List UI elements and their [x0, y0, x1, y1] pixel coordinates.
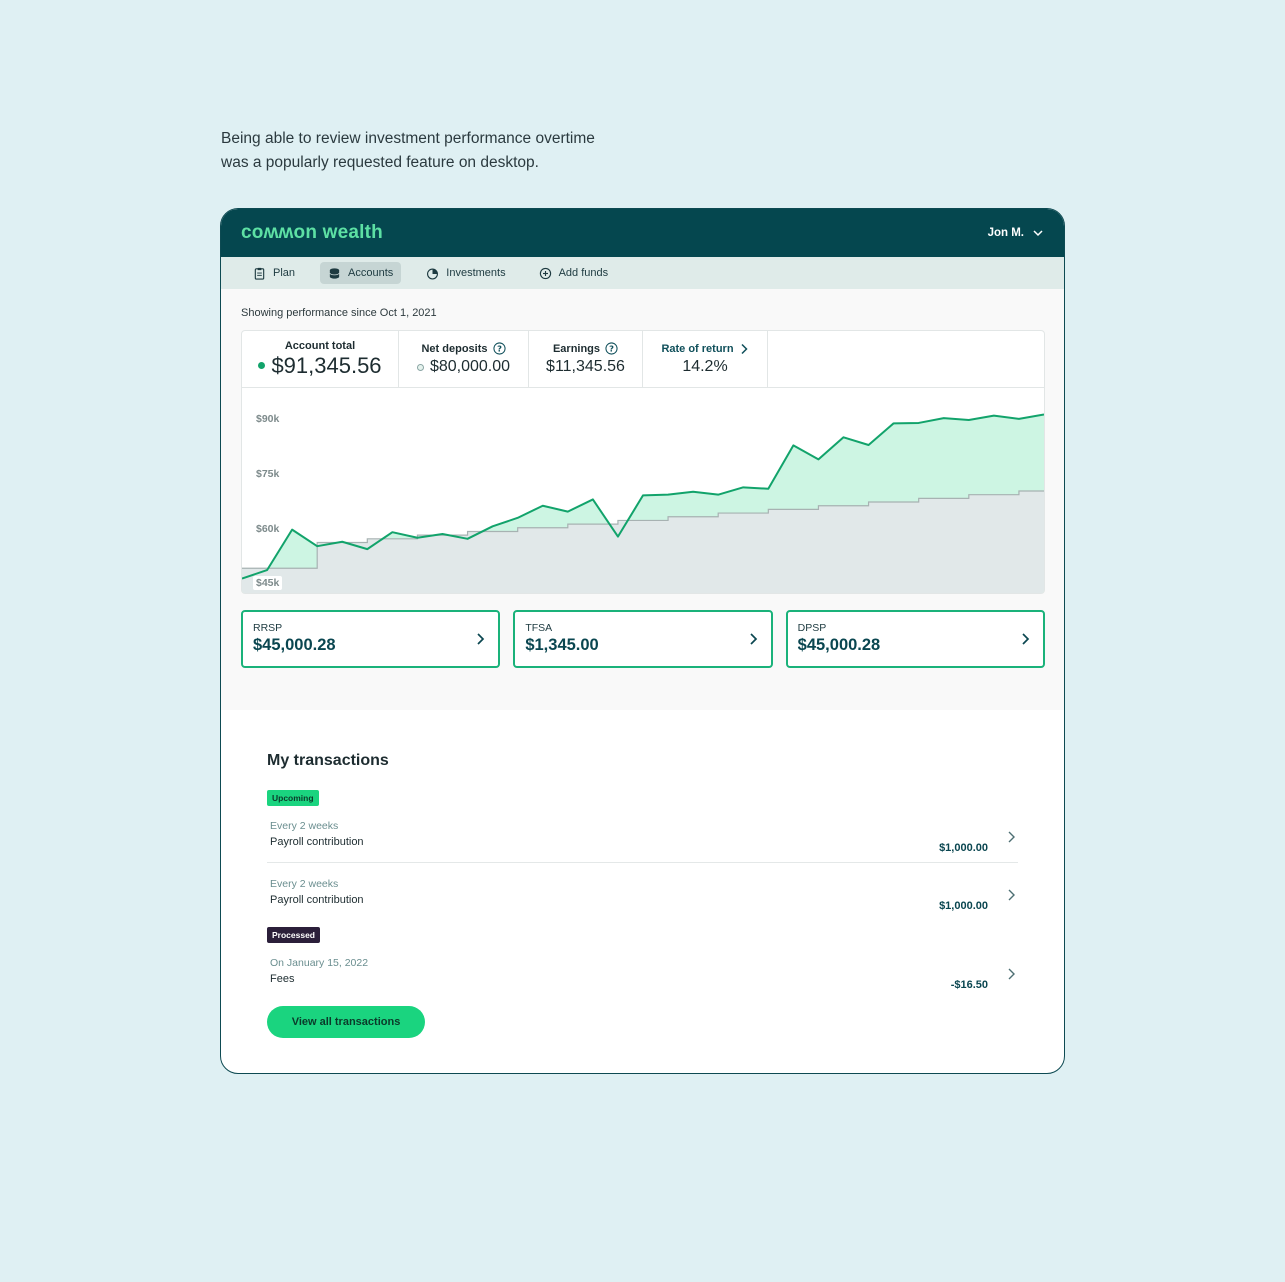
top-bar: coʍʍon wealth Jon M. [221, 209, 1064, 257]
transaction-row[interactable]: Every 2 weeks Payroll contribution $1,00… [270, 820, 1018, 866]
chevron-right-icon [477, 633, 485, 645]
transactions-title: My transactions [267, 752, 389, 769]
svg-text:?: ? [609, 343, 614, 353]
nav-investments[interactable]: Investments [418, 262, 513, 284]
caption: Being able to review investment performa… [221, 127, 641, 175]
transaction-description: Payroll contribution [270, 836, 364, 848]
caption-line-1: Being able to review investment performa… [221, 130, 595, 147]
transaction-description: Payroll contribution [270, 894, 364, 906]
transaction-frequency: On January 15, 2022 [270, 957, 369, 969]
nav-bar: Plan Accounts Investments Add funds [221, 257, 1064, 289]
stat-rate-of-return[interactable]: Rate of return 14.2% [643, 331, 768, 387]
y-tick-label: $60k [253, 522, 283, 536]
account-card-tfsa[interactable]: TFSA $1,345.00 [513, 610, 773, 668]
caption-line-2: was a popularly requested feature on des… [221, 154, 539, 171]
net-deposits-label: Net deposits [421, 342, 488, 355]
stat-earnings: Earnings ? $11,345.56 [529, 331, 643, 387]
nav-plan-label: Plan [273, 267, 296, 279]
nav-add-funds[interactable]: Add funds [531, 262, 617, 284]
help-icon[interactable]: ? [492, 342, 506, 355]
account-name: RRSP [253, 622, 283, 634]
transaction-amount: $1,000.00 [939, 842, 988, 854]
y-tick-label: $75k [253, 467, 283, 481]
transaction-row[interactable]: On January 15, 2022 Fees -$16.50 [270, 957, 1018, 1003]
chevron-right-icon [741, 343, 748, 354]
account-card-dpsp[interactable]: DPSP $45,000.28 [785, 610, 1045, 668]
nav-plan[interactable]: Plan [245, 262, 303, 284]
transaction-amount: -$16.50 [950, 979, 988, 991]
account-total-label: Account total [284, 339, 356, 352]
account-card-rrsp[interactable]: RRSP $45,000.28 [241, 610, 501, 668]
rate-label: Rate of return [661, 342, 734, 355]
logo[interactable]: coʍʍon wealth [241, 222, 383, 244]
performance-chart: $90k $75k $60k $45k [242, 388, 1044, 593]
account-name: TFSA [525, 622, 553, 634]
stats-row: Account total $91,345.56 Net deposits ? … [242, 331, 1044, 388]
performance-since: Showing performance since Oct 1, 2021 [241, 307, 437, 319]
account-total-value-row: $91,345.56 [258, 352, 382, 379]
chevron-right-icon [1022, 633, 1030, 645]
row-divider [267, 862, 1018, 863]
stat-net-deposits: Net deposits ? $80,000.00 [399, 331, 529, 387]
chart-svg [242, 413, 1044, 593]
app-window: coʍʍon wealth Jon M. Plan Accounts Inves… [220, 208, 1065, 1074]
upcoming-badge: Upcoming [267, 790, 319, 806]
view-all-transactions-button[interactable]: View all transactions [267, 1006, 425, 1038]
earnings-label: Earnings [552, 342, 601, 355]
stat-account-total: Account total $91,345.56 [242, 331, 399, 387]
transaction-description: Fees [270, 973, 295, 985]
nav-investments-label: Investments [446, 267, 506, 279]
account-name: DPSP [797, 622, 827, 634]
chevron-right-icon [1008, 889, 1015, 901]
nav-add-funds-label: Add funds [558, 267, 609, 279]
chevron-right-icon [750, 633, 757, 645]
chevron-down-icon [1033, 230, 1043, 237]
y-tick-label: $45k [253, 576, 283, 590]
account-value: $1,345.00 [525, 636, 599, 654]
account-value: $45,000.28 [253, 636, 336, 654]
user-name: Jon M. [987, 227, 1024, 239]
transaction-frequency: Every 2 weeks [270, 878, 339, 890]
clipboard-icon [254, 267, 265, 280]
help-icon[interactable]: ? [605, 342, 618, 355]
pie-chart-icon [427, 267, 439, 279]
chevron-right-icon [1008, 968, 1015, 980]
transaction-frequency: Every 2 weeks [270, 820, 339, 832]
account-cards: RRSP $45,000.28 TFSA $1,345.00 DPSP $45,… [241, 610, 1045, 668]
net-deposits-value-row: $80,000.00 [416, 358, 511, 376]
account-value: $45,000.28 [797, 636, 881, 654]
account-total-value: $91,345.56 [271, 352, 382, 378]
net-deposits-value: $80,000.00 [429, 358, 511, 375]
coins-icon [329, 267, 340, 279]
transaction-row[interactable]: Every 2 weeks Payroll contribution $1,00… [270, 878, 1018, 924]
rate-value: 14.2% [682, 357, 728, 375]
y-tick-label: $90k [253, 412, 283, 426]
performance-panel: Account total $91,345.56 Net deposits ? … [241, 330, 1045, 594]
total-legend-dot [258, 362, 266, 369]
svg-text:?: ? [497, 343, 502, 353]
processed-badge: Processed [267, 927, 320, 943]
deposits-legend-dot [416, 363, 424, 371]
plus-circle-icon [539, 267, 551, 279]
rate-label-row: Rate of return [661, 343, 748, 355]
net-deposits-label-row: Net deposits ? [421, 342, 506, 355]
user-menu[interactable]: Jon M. [988, 227, 1044, 239]
earnings-label-row: Earnings ? [553, 342, 618, 355]
nav-accounts-label: Accounts [348, 267, 394, 279]
nav-accounts[interactable]: Accounts [320, 262, 402, 284]
transaction-amount: $1,000.00 [939, 900, 988, 912]
earnings-value: $11,345.56 [546, 358, 625, 375]
chevron-right-icon [1008, 831, 1015, 843]
performance-section: Showing performance since Oct 1, 2021 Ac… [221, 289, 1064, 710]
